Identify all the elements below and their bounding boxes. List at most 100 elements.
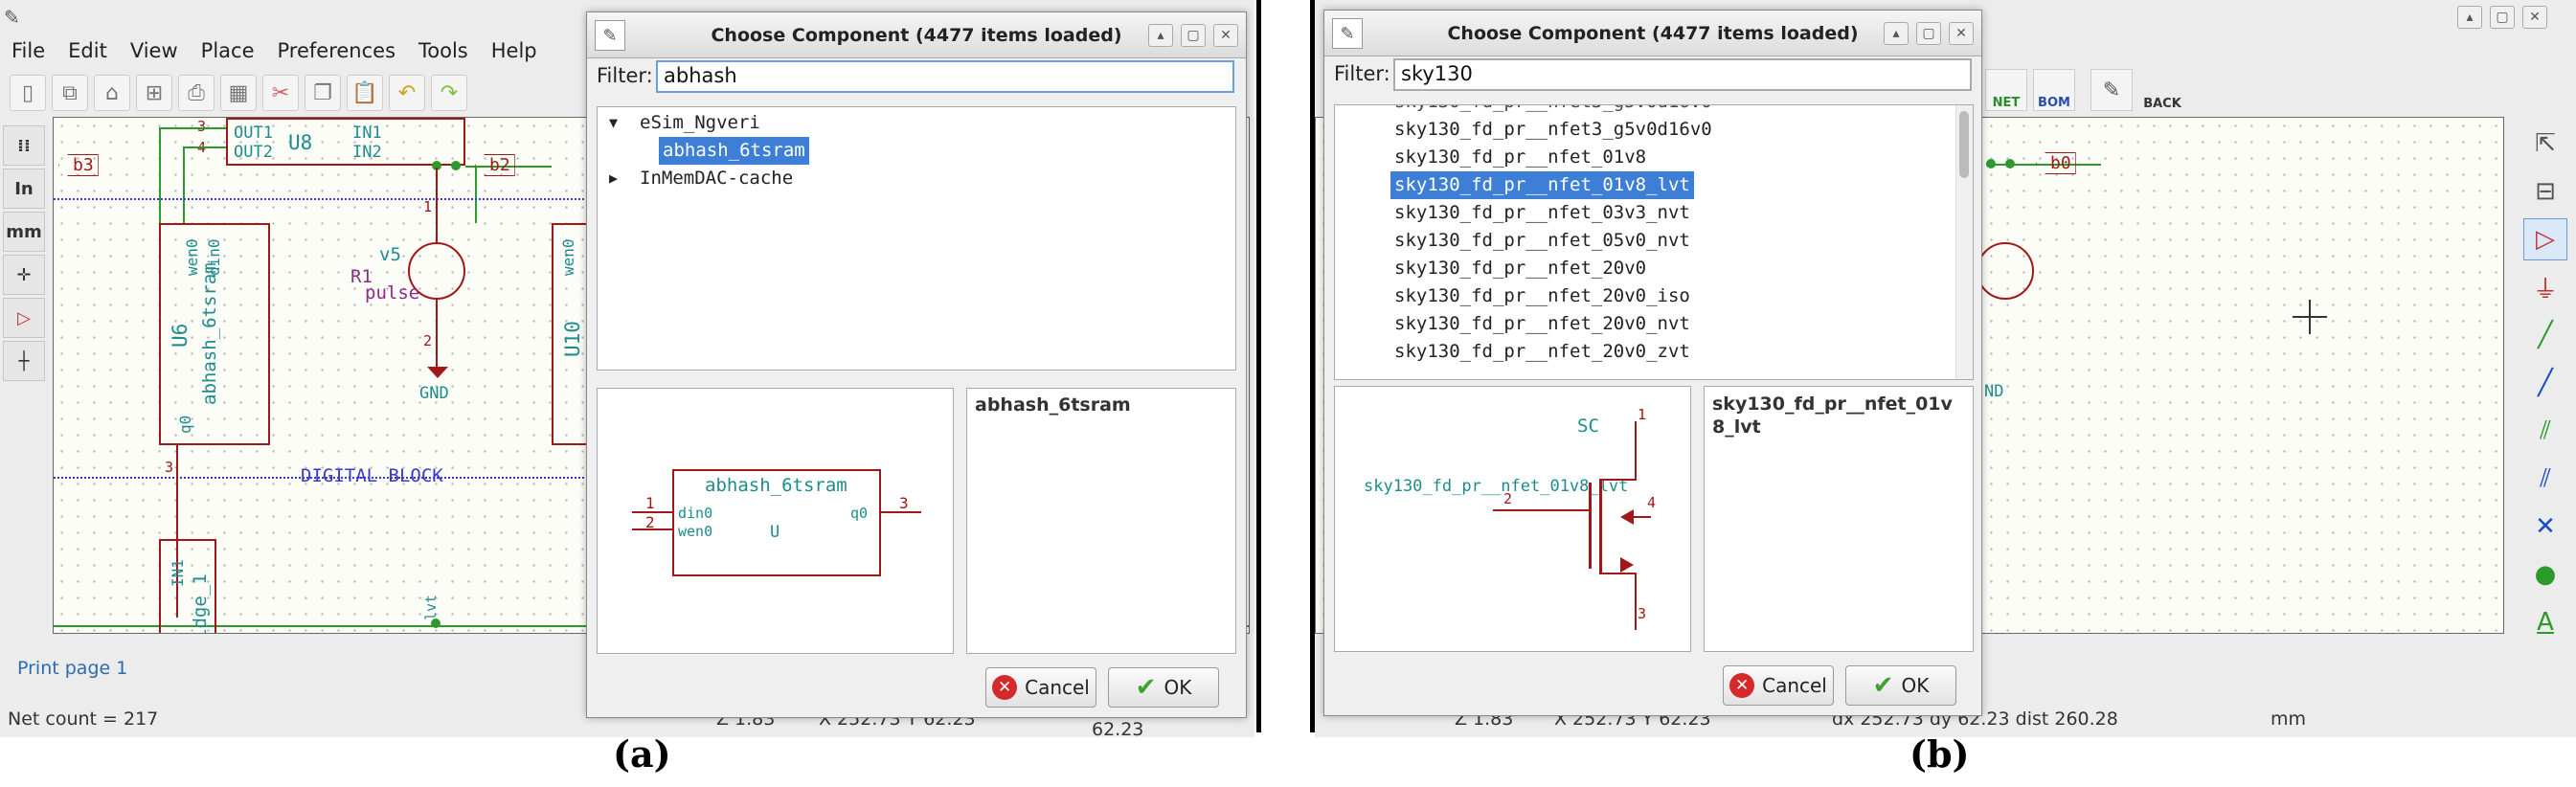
cancel-button[interactable]: ✕ Cancel: [985, 667, 1096, 708]
edit-icon[interactable]: ✎: [2090, 69, 2133, 111]
print-icon[interactable]: ⎙: [178, 75, 215, 111]
ok-button[interactable]: ✔ OK: [1845, 665, 1956, 706]
netlist-button[interactable]: NET: [1985, 69, 2027, 111]
junction-dot: [1986, 159, 1996, 169]
drain-pin: [1635, 421, 1637, 481]
redo-icon[interactable]: ↷: [431, 75, 467, 111]
back-button[interactable]: BACK: [2136, 69, 2188, 111]
menu-edit[interactable]: Edit: [56, 39, 119, 62]
menu-help[interactable]: Help: [480, 39, 549, 62]
open-icon[interactable]: ⌂: [94, 75, 130, 111]
pin-num: 3: [197, 118, 207, 135]
cursor-icon[interactable]: ✛: [3, 255, 45, 295]
list-item[interactable]: sky130_fd_pr__nfet_03v3_nvt: [1394, 199, 1690, 227]
tree-expander-icon[interactable]: ▼: [609, 109, 618, 137]
cut-icon[interactable]: ✂: [262, 75, 299, 111]
list-item[interactable]: sky130_fd_pr__nfet_05v0_nvt: [1394, 227, 1690, 255]
list-item[interactable]: sky130_fd_pr__nfet3_g5v0d16v0: [1394, 105, 1712, 116]
bus-entry-icon[interactable]: ⫽: [2523, 458, 2567, 500]
bom-button[interactable]: BOM: [2033, 69, 2075, 111]
hidden-pins-icon[interactable]: ▷: [3, 298, 45, 338]
ok-label: OK: [1164, 676, 1192, 699]
source-arrow: [1620, 557, 1634, 573]
wire: [183, 146, 185, 223]
select-arrow-icon[interactable]: ⇱: [2523, 123, 2567, 165]
page-settings-icon[interactable]: ⊞: [136, 75, 172, 111]
close-icon[interactable]: ✕: [1949, 22, 1974, 45]
tree-collapser-icon[interactable]: ▶: [609, 165, 618, 192]
tree-item-selected[interactable]: abhash_6tsram: [659, 137, 809, 165]
orthogonal-wire-icon[interactable]: ┼: [3, 341, 45, 381]
shade-icon[interactable]: ▴: [1884, 22, 1909, 45]
list-item[interactable]: sky130_fd_pr__nfet_20v0_zvt: [1394, 338, 1690, 366]
wire-icon[interactable]: ╱: [2523, 314, 2567, 356]
cancel-button[interactable]: ✕ Cancel: [1723, 665, 1834, 706]
net-label-b2[interactable]: b2: [475, 154, 515, 176]
close-icon[interactable]: ✕: [2522, 6, 2547, 29]
close-icon[interactable]: ✕: [1213, 24, 1238, 47]
pin-num-1: 1: [645, 494, 655, 512]
add-component-icon[interactable]: ▷: [2523, 218, 2567, 260]
label-icon[interactable]: A: [2523, 601, 2567, 643]
menu-view[interactable]: View: [119, 39, 190, 62]
tree-library[interactable]: eSim_Ngveri: [640, 109, 760, 137]
component-tree: ▼ eSim_Ngveri abhash_6tsram ▶ InMemDAC-c…: [597, 106, 1236, 371]
tree-library[interactable]: InMemDAC-cache: [640, 165, 793, 192]
list-item[interactable]: sky130_fd_pr__nfet3_g5v0d16v0: [1394, 116, 1712, 144]
plot-icon[interactable]: ▦: [220, 75, 257, 111]
u6-ref: U6: [169, 323, 192, 348]
list-item-selected[interactable]: sky130_fd_pr__nfet_01v8_lvt: [1390, 171, 1694, 199]
list-item[interactable]: sky130_fd_pr__nfet_01v8: [1394, 144, 1646, 171]
preview-name: abhash_6tsram: [705, 475, 847, 496]
cancel-label: Cancel: [1025, 676, 1090, 699]
new-icon[interactable]: ▯: [10, 75, 46, 111]
left-toolbar: ⁞⁞ In mm ✛ ▷ ┼: [0, 123, 48, 384]
out2-label: OUT2: [234, 143, 273, 162]
source-pin: [1635, 573, 1637, 630]
digital-block-label: DIGITAL BLOCK: [301, 465, 443, 486]
pulse-source[interactable]: [1977, 242, 2034, 300]
hierarchy-icon[interactable]: ⊟: [2523, 170, 2567, 213]
undo-icon[interactable]: ↶: [389, 75, 425, 111]
dialog-title: ✎ Choose Component (4477 items loaded) ▴…: [587, 12, 1246, 58]
menu-preferences[interactable]: Preferences: [266, 39, 408, 62]
filter-label: Filter:: [597, 64, 653, 87]
wire-entry-icon[interactable]: ⫽: [2523, 410, 2567, 452]
shade-icon[interactable]: ▴: [2457, 6, 2482, 29]
mm-units-button[interactable]: mm: [3, 212, 45, 252]
list-item[interactable]: sky130_fd_pr__nfet_20v0_nvt: [1394, 310, 1690, 338]
junction-icon[interactable]: ●: [2523, 553, 2567, 596]
filter-input[interactable]: abhash: [656, 60, 1234, 93]
maximize-icon[interactable]: ▢: [1916, 22, 1941, 45]
shade-icon[interactable]: ▴: [1148, 24, 1173, 47]
maximize-icon[interactable]: ▢: [2490, 6, 2515, 29]
list-item[interactable]: sky130_fd_pr__nfet_20v0_iso: [1394, 282, 1690, 310]
net-label-b0[interactable]: b0: [2036, 152, 2076, 174]
add-power-icon[interactable]: ⏚: [2523, 266, 2567, 308]
dialog-title-text: Choose Component (4477 items loaded): [1447, 22, 1859, 44]
menu-file[interactable]: File: [0, 39, 56, 62]
checkmark-icon: ✔: [1872, 671, 1894, 700]
in1-label: IN1: [169, 559, 187, 587]
lvt-label: lvt: [422, 594, 440, 620]
menu-place[interactable]: Place: [190, 39, 266, 62]
maximize-icon[interactable]: ▢: [1181, 24, 1206, 47]
filter-input[interactable]: sky130: [1393, 58, 1972, 91]
list-item[interactable]: sky130_fd_pr__nfet_20v0: [1394, 255, 1646, 282]
inch-units-button[interactable]: In: [3, 169, 45, 209]
net-label-b3[interactable]: b3: [58, 154, 99, 176]
menubar: File Edit View Place Preferences Tools H…: [0, 34, 549, 67]
sheet-icon[interactable]: ⧉: [52, 75, 88, 111]
paste-icon[interactable]: 📋: [347, 75, 383, 111]
menu-tools[interactable]: Tools: [407, 39, 480, 62]
dialog-icon: ✎: [595, 20, 625, 51]
list-scrollbar-thumb[interactable]: [1959, 111, 1969, 178]
no-connect-icon[interactable]: ✕: [2523, 506, 2567, 548]
preview-wen: wen0: [678, 523, 713, 540]
ok-button[interactable]: ✔ OK: [1108, 667, 1219, 708]
copy-icon[interactable]: ❐: [305, 75, 341, 111]
window-buttons: ▴ ▢ ✕: [1884, 22, 1974, 45]
bus-icon[interactable]: ╱: [2523, 362, 2567, 404]
pin-num: 1: [423, 198, 433, 215]
grid-icon[interactable]: ⁞⁞: [3, 125, 45, 166]
